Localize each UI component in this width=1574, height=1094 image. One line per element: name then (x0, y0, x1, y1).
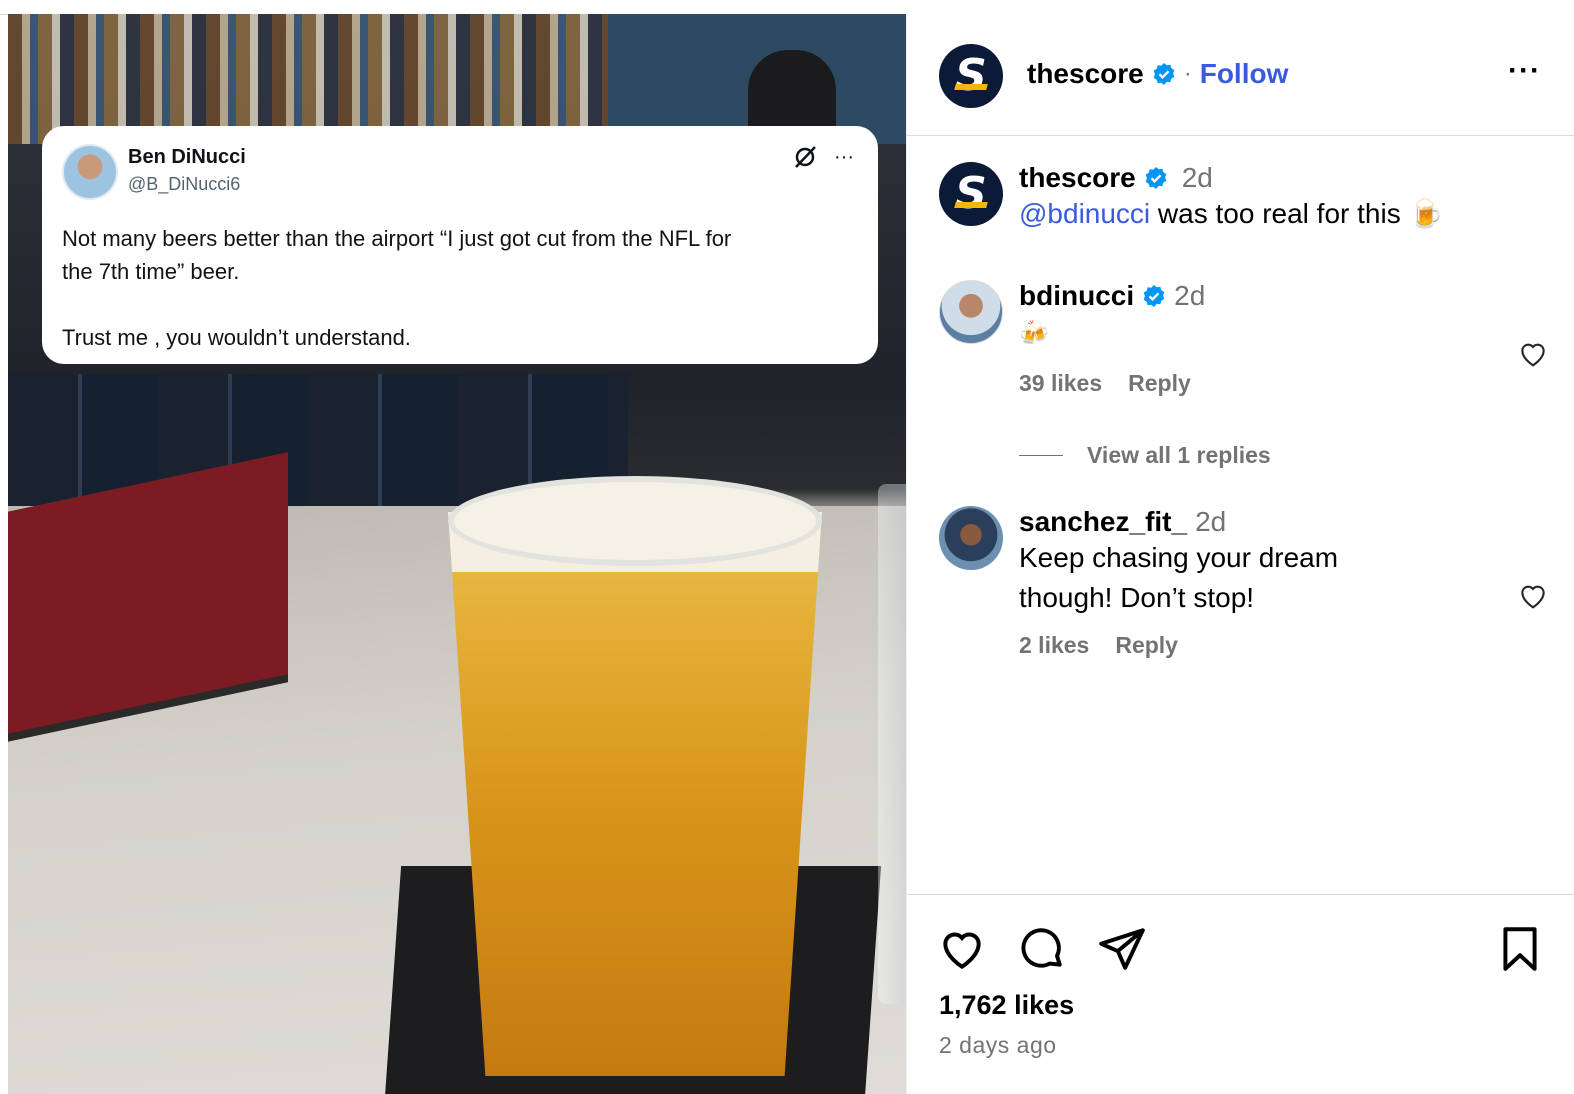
follow-button[interactable]: Follow (1200, 58, 1289, 90)
comment-username[interactable]: bdinucci (1019, 280, 1134, 312)
post-time: 2 days ago (939, 1032, 1057, 1058)
comment-likes[interactable]: 39 likes (1019, 370, 1102, 397)
comment-username[interactable]: sanchez_fit_ (1019, 506, 1187, 538)
caption-time: 2d (1181, 162, 1213, 193)
tweet-text: Not many beers better than the airport “… (62, 226, 732, 350)
avatar[interactable] (939, 506, 1003, 570)
reply-button[interactable]: Reply (1115, 632, 1178, 659)
verified-icon (1153, 63, 1175, 85)
tweet-card: Ben DiNucci @B_DiNucci6 ··· Not many bee… (42, 126, 878, 364)
comment-time: 2d (1195, 506, 1227, 537)
tweet-icons: ··· (792, 144, 854, 170)
share-icon[interactable] (1097, 924, 1147, 974)
view-replies-button[interactable]: View all 1 replies (1019, 442, 1271, 469)
verified-icon (1143, 285, 1165, 307)
separator: · (1183, 60, 1192, 87)
actions-divider (907, 894, 1574, 895)
verified-icon (1145, 167, 1167, 189)
beer-foam (448, 476, 822, 566)
comment-text: Keep chasing your dream though! Don’t st… (1019, 542, 1339, 613)
heart-icon[interactable] (1517, 580, 1549, 612)
post-photo[interactable]: Ben DiNucci @B_DiNucci6 ··· Not many bee… (8, 14, 906, 1094)
tweet-avatar (62, 144, 118, 200)
bookmark-icon[interactable] (1495, 924, 1545, 974)
like-heart-icon[interactable] (937, 924, 987, 974)
avatar[interactable] (939, 280, 1003, 344)
post-header: S thescore · Follow ··· (907, 14, 1574, 136)
header-username[interactable]: thescore (1027, 58, 1144, 90)
more-icon: ··· (834, 145, 854, 168)
twitter-x-icon (795, 146, 816, 168)
caption-username[interactable]: thescore (1019, 162, 1136, 194)
mention-link[interactable]: @bdinucci (1019, 198, 1150, 229)
water-glass (878, 484, 906, 1004)
tweet-author-handle: @B_DiNucci6 (128, 174, 241, 194)
more-options-button[interactable]: ··· (1508, 54, 1541, 88)
post-panel: S thescore · Follow ··· S thescore 2d @b… (906, 14, 1574, 1094)
caption-text: @bdinucci was too real for this 🍺 (1019, 198, 1444, 229)
thescore-logo-icon: S (955, 50, 987, 101)
comment-text: 🍻 (1019, 320, 1049, 347)
avatar[interactable]: S (939, 44, 1003, 108)
beer-glass (448, 512, 822, 1076)
tweet-author-name: Ben DiNucci (128, 146, 246, 168)
header-user: thescore · Follow (1027, 58, 1288, 90)
reply-button[interactable]: Reply (1128, 370, 1191, 397)
comment-likes[interactable]: 2 likes (1019, 632, 1089, 659)
post-likes[interactable]: 1,762 likes (939, 990, 1074, 1021)
comment-icon[interactable] (1017, 924, 1067, 974)
heart-icon[interactable] (1517, 338, 1549, 370)
comment-time: 2d (1174, 280, 1206, 311)
thescore-logo-icon: S (955, 168, 987, 219)
avatar[interactable]: S (939, 162, 1003, 226)
